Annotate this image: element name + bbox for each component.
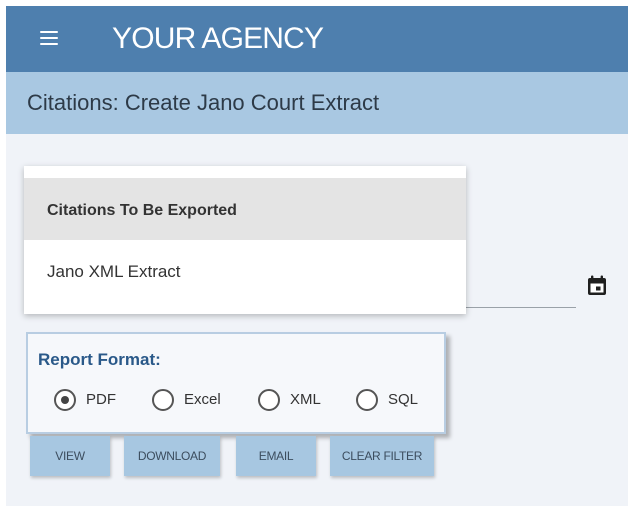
hamburger-menu-icon[interactable] <box>40 31 60 47</box>
radio-button[interactable] <box>152 389 174 411</box>
dropdown-item-label: Jano XML Extract <box>47 262 181 281</box>
report-format-panel: Report Format: PDF Excel XML SQL <box>26 332 446 434</box>
radio-label-pdf: PDF <box>86 391 116 408</box>
dropdown-header: Citations To Be Exported <box>24 178 466 240</box>
app-title: YOUR AGENCY <box>112 22 324 55</box>
report-format-title: Report Format: <box>38 350 161 369</box>
app-frame: YOUR AGENCY Citations: Create Jano Court… <box>6 6 628 506</box>
view-button[interactable]: VIEW <box>30 436 110 476</box>
email-button[interactable]: EMAIL <box>236 436 316 476</box>
dropdown-header-label: Citations To Be Exported <box>47 202 237 219</box>
radio-button[interactable] <box>258 389 280 411</box>
radio-button[interactable] <box>356 389 378 411</box>
dropdown-item-jano-xml-extract[interactable]: Jano XML Extract <box>24 240 466 302</box>
download-button[interactable]: DOWNLOAD <box>124 436 220 476</box>
radio-label-excel: Excel <box>184 391 221 408</box>
page-header: Citations: Create Jano Court Extract <box>6 72 628 134</box>
radio-button-selected[interactable] <box>54 389 76 411</box>
radio-label-xml: XML <box>290 391 321 408</box>
clear-filter-button[interactable]: CLEAR FILTER <box>330 436 434 476</box>
calendar-icon[interactable] <box>585 274 609 298</box>
page-title: Citations: Create Jano Court Extract <box>27 90 380 115</box>
top-app-bar: YOUR AGENCY <box>6 6 628 72</box>
export-dropdown-menu: Citations To Be Exported Jano XML Extrac… <box>24 166 466 314</box>
radio-label-sql: SQL <box>388 391 419 408</box>
radio-dot <box>61 396 69 404</box>
